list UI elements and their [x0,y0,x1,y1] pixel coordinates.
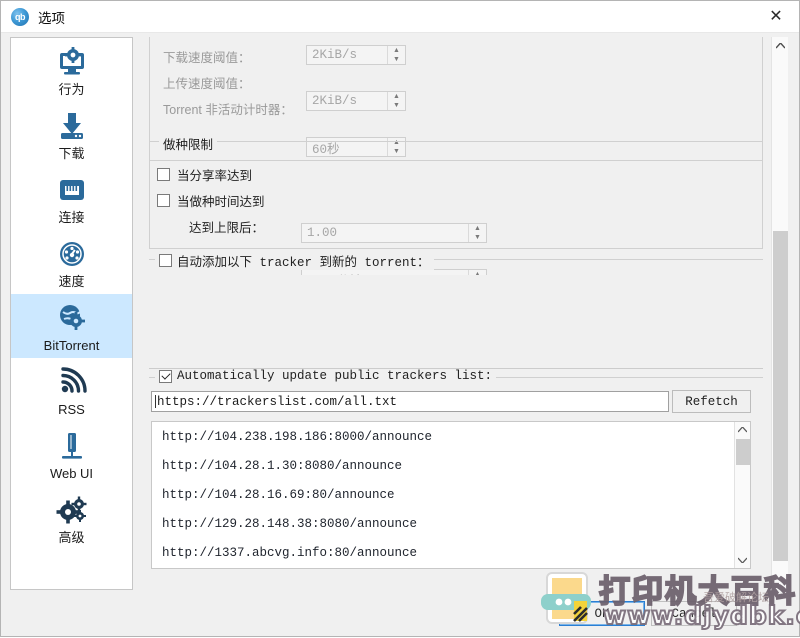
window-title: 选项 [38,10,65,26]
options-dialog: qb 选项 ✕ 行为 下载 连接 速度 BitTorrent RSS Web U… [0,0,800,637]
list-item[interactable]: http://156.234.201.18:80/announce [152,567,750,568]
sidebar-item-label: 行为 [58,82,85,97]
public-trackers-label: Automatically update public trackers lis… [177,369,493,383]
seeding-limits-title: 做种限制 [159,134,218,153]
cancel-button[interactable]: Cancel [651,601,737,626]
torrent-inactivity-timer-label: Torrent 非活动计时器： [163,103,293,117]
download-arrow-icon [54,108,90,144]
spinner-down-icon[interactable]: ▼ [388,55,405,64]
list-item[interactable]: http://104.28.1.30:8080/announce [152,451,750,480]
web-ui-monitor-icon [54,428,90,464]
close-icon[interactable]: ✕ [753,1,799,32]
refetch-button[interactable]: Refetch [672,390,751,413]
network-port-icon [54,172,90,208]
globe-gear-icon [54,300,90,336]
share-ratio-checkbox[interactable] [157,168,170,181]
spinner-up-icon[interactable]: ▲ [469,224,486,233]
list-item[interactable]: http://104.28.16.69:80/announce [152,480,750,509]
sidebar-item-label: Web UI [49,466,94,481]
download-speed-threshold-label: 下载速度阈值： [163,51,251,65]
auto-add-trackers-label: 自动添加以下 tracker 到新的 torrent： [177,256,430,270]
sidebar-item-bittorrent[interactable]: BitTorrent [11,294,132,358]
scroll-up-icon[interactable] [735,422,750,438]
scroll-down-icon[interactable] [735,552,750,568]
speedometer-icon [54,236,90,272]
ok-button-label: OK [594,606,610,621]
public-trackers-checkbox[interactable] [159,369,172,383]
when-limit-reached-label: 达到上限后： [189,221,265,235]
title-separator [1,32,799,33]
scrollbar-thumb[interactable] [736,439,750,465]
upload-speed-threshold-label: 上传速度阈值： [163,77,251,91]
when-limit-reached-row: 达到上限后： [189,217,264,236]
sidebar-item-label: 速度 [58,274,85,289]
public-trackers-url-value: https://trackerslist.com/all.txt [157,394,398,409]
sidebar-item-label: BitTorrent [43,338,100,353]
torrent-inactivity-timer-row: Torrent 非活动计时器： [163,99,293,118]
share-ratio-row[interactable]: 当分享率达到 [157,165,252,184]
upload-speed-threshold-value: 2KiB/s [312,94,358,108]
sidebar-item-label: RSS [58,402,85,417]
share-ratio-spinner[interactable]: 1.00 ▲ ▼ [301,223,487,243]
sidebar-item-label: 下载 [58,146,85,161]
sidebar-item-webui[interactable]: Web UI [11,422,132,486]
rss-waves-icon [54,364,90,400]
upload-speed-threshold-row: 上传速度阈值： [163,73,251,92]
gears-icon [54,492,90,528]
upload-speed-threshold-spinner[interactable]: 2KiB/s ▲ ▼ [306,91,406,111]
spinner-down-icon[interactable]: ▼ [469,233,486,242]
public-trackers-list[interactable]: http://104.238.198.186:8000/announce htt… [151,421,751,569]
download-speed-threshold-value: 2KiB/s [312,48,358,62]
download-speed-threshold-row: 下载速度阈值： [163,47,251,66]
seeding-time-row[interactable]: 当做种时间达到 [157,191,265,210]
auto-add-trackers-textarea[interactable] [149,275,763,369]
qbittorrent-logo-icon: qb [11,7,29,26]
settings-sidebar[interactable]: 行为 下载 连接 速度 BitTorrent RSS Web UI 高级 [10,37,133,590]
content-pane-scrollbar[interactable] [771,37,788,590]
sidebar-item-label: 连接 [58,210,85,225]
list-item[interactable]: http://1337.abcvg.info:80/announce [152,538,750,567]
share-ratio-label: 当分享率达到 [177,169,253,183]
download-speed-threshold-spinner[interactable]: 2KiB/s ▲ ▼ [306,45,406,65]
public-trackers-header[interactable]: Automatically update public trackers lis… [155,369,497,383]
sidebar-item-behavior[interactable]: 行为 [11,38,132,102]
sidebar-item-advanced[interactable]: 高级 [11,486,132,550]
refetch-button-label: Refetch [685,394,738,409]
scrollbar-thumb[interactable] [773,231,788,561]
spinner-buttons[interactable]: ▲▼ [387,92,405,110]
seeding-time-checkbox[interactable] [157,194,170,207]
scroll-up-icon[interactable] [772,37,789,54]
behavior-monitor-gear-icon [54,44,90,80]
spinner-up-icon[interactable]: ▲ [388,92,405,101]
auto-add-trackers-checkbox[interactable] [159,254,172,267]
sidebar-item-connection[interactable]: 连接 [11,166,132,230]
trackers-list-scrollbar[interactable] [734,422,750,568]
title-bar: qb 选项 ✕ [1,1,799,32]
ok-button[interactable]: OK [559,601,645,626]
sidebar-item-speed[interactable]: 速度 [11,230,132,294]
cancel-button-label: Cancel [671,606,717,621]
spinner-buttons[interactable]: ▲▼ [468,224,486,242]
settings-content-pane: 下载速度阈值： 2KiB/s ▲ ▼ 上传速度阈值： 2KiB/s ▲ ▼ Torr… [141,37,791,590]
spinner-up-icon[interactable]: ▲ [388,46,405,55]
sidebar-item-rss[interactable]: RSS [11,358,132,422]
sidebar-item-label: 高级 [58,530,85,545]
sidebar-item-downloads[interactable]: 下载 [11,102,132,166]
public-trackers-url-input[interactable]: https://trackerslist.com/all.txt [151,391,669,412]
share-ratio-value: 1.00 [307,226,338,240]
list-item[interactable]: http://104.238.198.186:8000/announce [152,422,750,451]
spinner-down-icon[interactable]: ▼ [388,101,405,110]
scroll-content: 下载速度阈值： 2KiB/s ▲ ▼ 上传速度阈值： 2KiB/s ▲ ▼ Torr… [141,37,775,590]
list-item[interactable]: http://129.28.148.38:8080/announce [152,509,750,538]
spinner-buttons[interactable]: ▲▼ [387,46,405,64]
seeding-time-label: 当做种时间达到 [177,195,265,209]
auto-add-trackers-header[interactable]: 自动添加以下 tracker 到新的 torrent： [155,251,434,270]
